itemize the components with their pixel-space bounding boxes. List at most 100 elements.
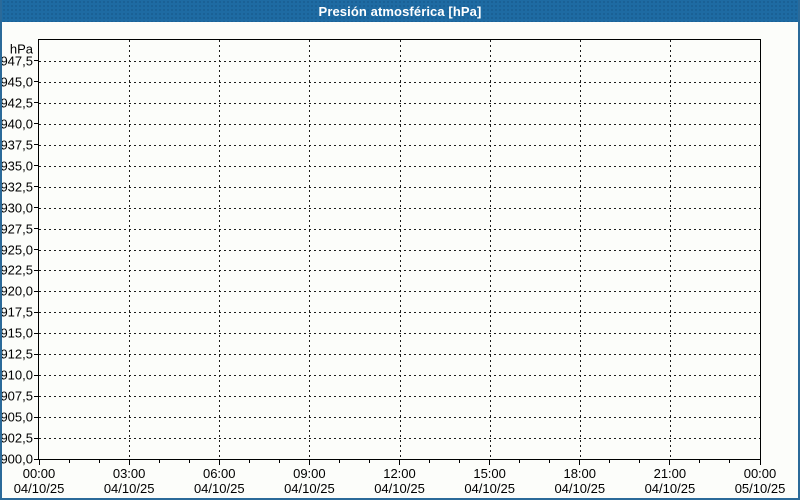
y-axis-tick	[34, 123, 39, 125]
y-tick-label: 927,5	[0, 221, 33, 237]
y-tick-label: 937,5	[0, 137, 33, 153]
x-major-tick	[399, 459, 400, 465]
y-tick-label: 915,0	[0, 325, 33, 341]
chart-title-bar: Presión atmosférica [hPa]	[2, 0, 798, 22]
x-major-tick	[489, 459, 491, 465]
y-tick-label: 945,0	[0, 74, 33, 90]
y-tick-label: 940,0	[0, 116, 33, 132]
x-minor-tick	[429, 459, 431, 463]
y-axis-tick	[34, 249, 39, 250]
x-tick-label: 21:00 04/10/25	[645, 466, 696, 496]
x-tick-time: 00:00	[743, 466, 777, 481]
x-major-tick	[579, 459, 581, 465]
x-tick-label: 06:00 04/10/25	[194, 466, 245, 496]
y-axis-tick	[34, 165, 39, 167]
y-axis-tick	[34, 311, 39, 313]
x-tick-date: 04/10/25	[103, 481, 155, 496]
x-minor-tick	[68, 459, 70, 463]
y-axis-tick	[34, 228, 39, 230]
y-axis-tick	[34, 353, 39, 355]
plot-area: 947,5 945,0 942,5 940,0 937,5 935,0 932,5 930,0…	[2, 39, 785, 496]
y-tick-label: 925,0	[0, 242, 33, 257]
y-tick-label: 920,0	[0, 283, 33, 299]
x-tick-label: 03:00 04/10/25	[104, 466, 155, 496]
y-axis-tick	[34, 332, 39, 334]
y-axis-tick	[34, 416, 39, 418]
x-tick-time: 12:00	[383, 466, 416, 481]
x-gridline	[669, 40, 671, 459]
y-tick-label: 912,5	[0, 346, 33, 362]
x-tick-time: 21:00	[653, 466, 687, 481]
x-gridline	[489, 40, 491, 459]
x-gridline	[579, 40, 581, 459]
chart-title: Presión atmosférica [hPa]	[318, 3, 482, 19]
y-axis-tick	[34, 374, 39, 376]
x-tick-date: 04/10/25	[374, 481, 425, 496]
y-tick-label: 902,5	[0, 430, 33, 446]
x-tick-date: 04/10/25	[464, 481, 515, 496]
x-tick-date: 04/10/25	[644, 481, 696, 496]
x-minor-tick	[549, 459, 551, 463]
y-axis-tick	[34, 437, 39, 439]
x-tick-time: 00:00	[22, 466, 56, 481]
y-tick-label: 942,5	[0, 95, 33, 111]
y-axis-tick	[34, 186, 39, 188]
x-minor-tick	[639, 459, 641, 463]
x-major-tick	[38, 459, 40, 465]
x-gridline	[219, 40, 221, 459]
chart-panel: Presión atmosférica [hPa] 947,5 945,0 942,…	[0, 0, 800, 500]
x-tick-label: 00:00 05/10/25	[735, 466, 786, 496]
x-minor-tick	[519, 459, 521, 463]
y-tick-label: 905,0	[0, 409, 33, 425]
x-tick-label: 12:00 04/10/25	[374, 466, 425, 496]
y-tick-label: 932,5	[0, 179, 33, 195]
y-tick-label: 917,5	[0, 304, 33, 320]
x-tick-date: 04/10/25	[13, 481, 65, 496]
x-tick-time: 18:00	[563, 466, 597, 481]
x-tick-date: 04/10/25	[193, 481, 245, 496]
x-gridline	[399, 40, 401, 459]
x-minor-tick	[609, 459, 611, 463]
x-major-tick	[308, 459, 310, 465]
y-tick-label: 930,0	[0, 200, 33, 216]
x-minor-tick	[699, 459, 701, 463]
x-major-tick	[128, 459, 130, 465]
y-tick-label: 907,5	[0, 388, 33, 404]
x-minor-tick	[248, 459, 250, 463]
x-minor-tick	[368, 459, 370, 463]
x-tick-date: 04/10/25	[284, 481, 335, 496]
x-tick-time: 09:00	[293, 466, 326, 481]
x-tick-time: 15:00	[473, 466, 506, 481]
y-axis-unit-label: hPa	[9, 41, 33, 57]
x-minor-tick	[278, 459, 280, 463]
x-tick-label: 18:00 04/10/25	[554, 466, 605, 496]
x-tick-time: 03:00	[112, 466, 146, 481]
x-major-tick	[218, 459, 220, 465]
x-tick-date: 04/10/25	[554, 481, 606, 496]
x-gridline	[309, 40, 311, 459]
x-gridline	[129, 40, 131, 459]
x-minor-tick	[459, 459, 461, 463]
x-major-tick	[759, 459, 761, 465]
x-minor-tick	[729, 459, 731, 463]
y-axis-tick	[34, 395, 39, 397]
y-axis-tick	[34, 144, 39, 146]
x-tick-label: 15:00 04/10/25	[464, 466, 515, 496]
y-tick-label: 900,0	[0, 451, 33, 467]
y-axis-tick	[34, 290, 39, 292]
x-minor-tick	[338, 459, 340, 463]
x-minor-tick	[98, 459, 100, 463]
x-minor-tick	[188, 459, 190, 463]
y-axis-tick	[34, 81, 39, 83]
y-tick-label: 922,5	[0, 262, 33, 278]
x-tick-label: 00:00 04/10/25	[14, 466, 65, 496]
y-tick-label: 910,0	[0, 367, 33, 383]
y-axis-tick	[34, 269, 39, 271]
y-axis-tick	[34, 207, 39, 209]
y-tick-label: 935,0	[0, 158, 33, 174]
y-axis-tick	[34, 102, 39, 104]
x-tick-label: 09:00 04/10/25	[284, 466, 335, 496]
y-axis-tick	[34, 60, 39, 62]
x-tick-date: 05/10/25	[734, 481, 786, 496]
x-minor-tick	[158, 459, 160, 463]
